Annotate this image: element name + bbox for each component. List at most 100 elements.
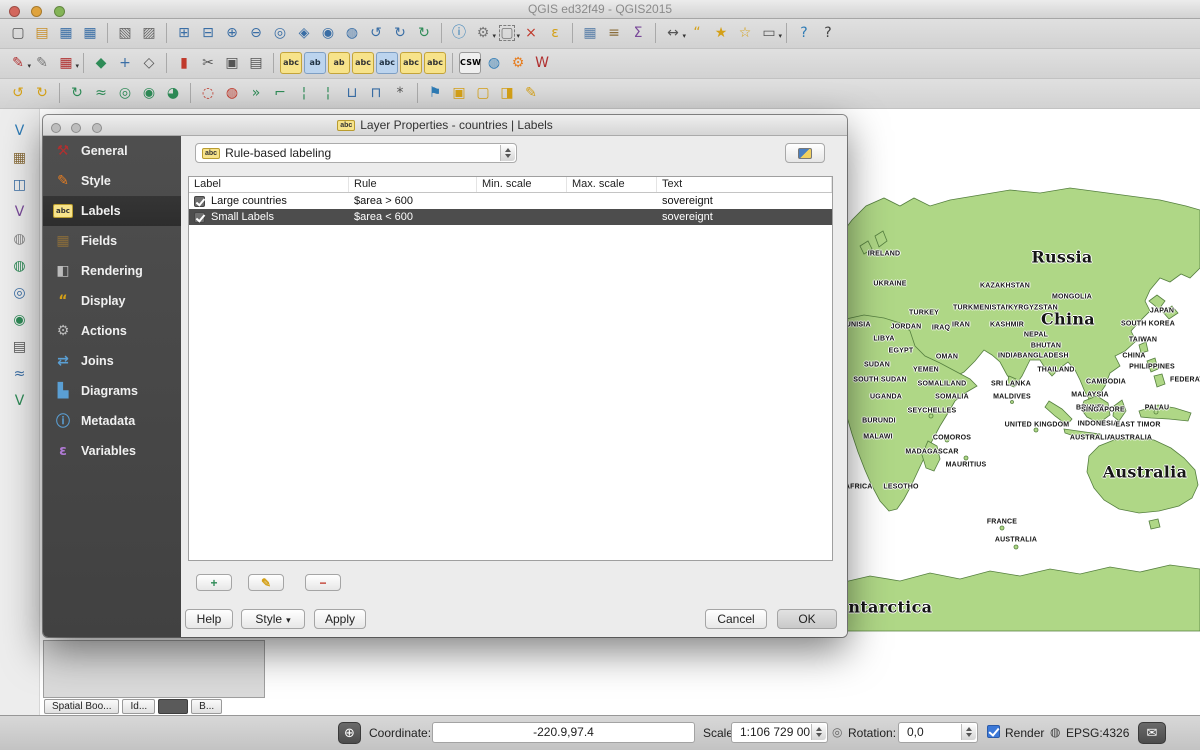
messages-log-button[interactable]: ✉ [1138, 722, 1166, 744]
pin-labels-button[interactable]: ▣ [448, 82, 470, 104]
automated-placement-settings-button[interactable] [785, 143, 825, 163]
deselect-features-button[interactable]: × [520, 22, 542, 44]
new-print-composer-button[interactable]: ▧ [114, 22, 136, 44]
identify-features-button[interactable]: ⓘ [448, 22, 470, 44]
style-menu-button[interactable]: Style▾ [241, 609, 305, 629]
panel-tab-id-[interactable]: Id... [122, 699, 155, 714]
open-attribute-table-button[interactable]: ▦ [579, 22, 601, 44]
cut-features-button[interactable]: ✂ [197, 52, 219, 74]
help-button[interactable]: Help [185, 609, 233, 629]
new-shapefile-layer-button[interactable]: V [9, 201, 31, 223]
whats-this-button[interactable]: ? [817, 22, 839, 44]
add-delimited-text-layer-button[interactable]: ▤ [9, 336, 31, 358]
epsg-status-button[interactable]: EPSG:4326 [1066, 726, 1129, 740]
panel-tab-2[interactable] [158, 699, 188, 714]
current-edits-button[interactable]: ✎▾ [7, 52, 29, 74]
cancel-button[interactable]: Cancel [705, 609, 767, 629]
rule-enabled-checkbox[interactable] [194, 196, 205, 207]
zoom-next-button[interactable]: ↻ [389, 22, 411, 44]
table-header-max-scale[interactable]: Max. scale [567, 177, 657, 192]
pan-to-selection-button[interactable]: ⊟ [197, 22, 219, 44]
zoom-in-button[interactable]: ⊕ [221, 22, 243, 44]
move-label-button[interactable]: abc [376, 52, 398, 74]
add-rule-button[interactable]: + [196, 574, 232, 591]
sidebar-item-joins[interactable]: ⇄Joins [43, 346, 181, 376]
split-parts-button[interactable]: ¦ [317, 82, 339, 104]
redo-button[interactable]: ↻ [31, 82, 53, 104]
add-database-layer-button[interactable]: ◫ [9, 174, 31, 196]
delete-ring-button[interactable]: ◌ [197, 82, 219, 104]
sidebar-item-metadata[interactable]: ⓘMetadata [43, 406, 181, 436]
rule-enabled-checkbox[interactable] [194, 212, 205, 223]
rotate-label-button[interactable]: abc [400, 52, 422, 74]
zoom-last-button[interactable]: ↺ [365, 22, 387, 44]
sidebar-item-general[interactable]: ⚒General [43, 136, 181, 166]
undo-button[interactable]: ↺ [7, 82, 29, 104]
sidebar-item-display[interactable]: “Display [43, 286, 181, 316]
wkt-tool-button[interactable]: W [531, 52, 553, 74]
map-tips-button[interactable]: “ [686, 22, 708, 44]
scale-combobox[interactable]: 1:106 729 001 [731, 722, 828, 743]
trace-digitizing-button[interactable]: ⚑ [424, 82, 446, 104]
zoom-to-selection-button[interactable]: ◉ [317, 22, 339, 44]
rotate-feature-button[interactable]: ↻ [66, 82, 88, 104]
add-wms-layer-button[interactable]: ◍ [9, 255, 31, 277]
composer-manager-button[interactable]: ▨ [138, 22, 160, 44]
geometry-checker-button[interactable]: ⚙ [507, 52, 529, 74]
change-label-properties-button[interactable]: abc [424, 52, 446, 74]
sidebar-item-labels[interactable]: abcLabels [43, 196, 181, 226]
new-virtual-layer-button[interactable]: V [9, 390, 31, 412]
field-calculator-button[interactable]: ≡ [603, 22, 625, 44]
show-statistics-button[interactable]: Σ [627, 22, 649, 44]
simplify-feature-button[interactable]: ≈ [90, 82, 112, 104]
offset-curve-button[interactable]: » [245, 82, 267, 104]
help-contents-button[interactable]: ? [793, 22, 815, 44]
label-expression-button[interactable]: ab [304, 52, 326, 74]
table-header-text[interactable]: Text [657, 177, 832, 192]
text-annotation-button[interactable]: ▭▾ [758, 22, 780, 44]
reshape-features-button[interactable]: ⌐ [269, 82, 291, 104]
unpin-labels-button[interactable]: ▢ [472, 82, 494, 104]
panel-tab-spatial-boo-[interactable]: Spatial Boo... [44, 699, 119, 714]
add-feature-button[interactable]: ◆ [90, 52, 112, 74]
add-spatialite-layer-button[interactable]: ◍ [9, 228, 31, 250]
highlight-pinned-labels-button[interactable]: abc [352, 52, 374, 74]
ok-button[interactable]: OK [777, 609, 837, 629]
add-part-button[interactable]: ◉ [138, 82, 160, 104]
render-checkbox[interactable] [987, 725, 1000, 738]
map-refresh-button[interactable]: ↻ [413, 22, 435, 44]
remove-rule-button[interactable]: − [305, 574, 341, 591]
metasearch-button[interactable]: ◍ [483, 52, 505, 74]
split-features-button[interactable]: ¦ [293, 82, 315, 104]
change-label-button[interactable]: ✎ [520, 82, 542, 104]
add-gpx-layer-button[interactable]: ≈ [9, 363, 31, 385]
select-by-expression-button[interactable]: ε [544, 22, 566, 44]
dialog-titlebar[interactable]: abcLayer Properties - countries | Labels [43, 115, 847, 136]
show-hidden-labels-button[interactable]: ◨ [496, 82, 518, 104]
pan-map-button[interactable]: ⊞ [173, 22, 195, 44]
apply-button[interactable]: Apply [314, 609, 366, 629]
add-wcs-layer-button[interactable]: ◎ [9, 282, 31, 304]
layer-labeling-options-button[interactable]: abc [280, 52, 302, 74]
pin-unpin-labels-button[interactable]: ab [328, 52, 350, 74]
measure-line-button[interactable]: ↔▾ [662, 22, 684, 44]
toggle-editing-button[interactable]: ✎ [31, 52, 53, 74]
panel-tab-b-[interactable]: B... [191, 699, 222, 714]
coordinate-input[interactable]: -220.9,97.4 [432, 722, 695, 743]
sidebar-item-actions[interactable]: ⚙Actions [43, 316, 181, 346]
table-row[interactable]: Large countries$area > 600sovereignt [189, 193, 832, 209]
zoom-native-button[interactable]: ◎ [269, 22, 291, 44]
rotation-input[interactable]: 0,0 [898, 722, 978, 743]
labeling-mode-dropdown[interactable]: abcRule-based labeling [195, 143, 517, 163]
sidebar-item-variables[interactable]: εVariables [43, 436, 181, 466]
edit-rule-button[interactable]: ✎ [248, 574, 284, 591]
table-header-min-scale[interactable]: Min. scale [477, 177, 567, 192]
move-feature-button[interactable]: + [114, 52, 136, 74]
sidebar-item-fields[interactable]: ▦Fields [43, 226, 181, 256]
table-header-label[interactable]: Label [189, 177, 349, 192]
delete-part-button[interactable]: ◍ [221, 82, 243, 104]
extent-toggle-button[interactable]: ⊕ [338, 722, 361, 744]
table-header-rule[interactable]: Rule [349, 177, 477, 192]
csw-catalog-button[interactable]: CSW [459, 52, 481, 74]
add-raster-layer-button[interactable]: ▦ [9, 147, 31, 169]
